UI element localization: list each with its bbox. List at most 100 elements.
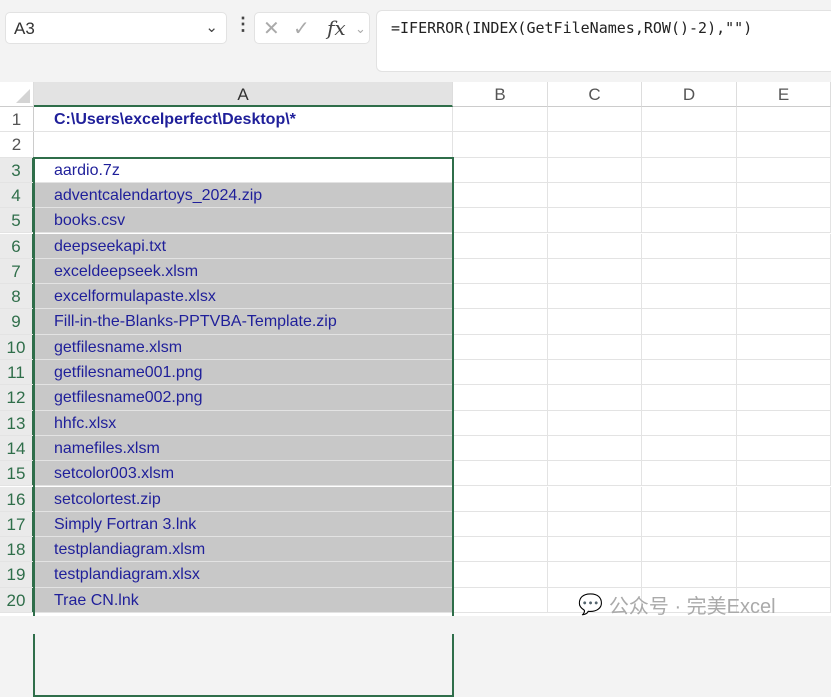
name-box[interactable]: A3 ⌄	[5, 12, 227, 44]
cell-e6[interactable]	[737, 233, 831, 258]
cell-b17[interactable]	[453, 511, 548, 537]
cell-e3[interactable]	[737, 157, 831, 182]
cell-e1[interactable]	[737, 107, 831, 132]
check-icon[interactable]: ✓	[293, 16, 310, 41]
cell-d1[interactable]	[642, 107, 737, 132]
cell-d3[interactable]	[642, 157, 737, 182]
row-header[interactable]: 13	[0, 410, 34, 435]
cell-c3[interactable]	[548, 157, 642, 182]
cell-c15[interactable]	[548, 461, 642, 486]
cell-a17[interactable]: Simply Fortran 3.lnk	[34, 511, 453, 537]
cell-d15[interactable]	[642, 461, 737, 486]
cell-e15[interactable]	[737, 461, 831, 486]
cell-c8[interactable]	[548, 284, 642, 309]
cell-c18[interactable]	[548, 537, 642, 562]
cell-e17[interactable]	[737, 511, 831, 537]
cell-e13[interactable]	[737, 410, 831, 435]
cell-b9[interactable]	[453, 309, 548, 334]
cell-b18[interactable]	[453, 537, 548, 562]
cell-b11[interactable]	[453, 360, 548, 385]
cell-b1[interactable]	[453, 107, 548, 132]
cell-d5[interactable]	[642, 208, 737, 233]
cell-d19[interactable]	[642, 562, 737, 587]
select-all-button[interactable]	[0, 82, 34, 107]
cell-d11[interactable]	[642, 360, 737, 385]
cell-b12[interactable]	[453, 385, 548, 410]
cell-c10[interactable]	[548, 334, 642, 359]
cell-c6[interactable]	[548, 233, 642, 258]
cell-a20[interactable]: Trae CN.lnk	[34, 587, 453, 612]
cell-b14[interactable]	[453, 435, 548, 461]
row-header[interactable]: 1	[0, 107, 34, 132]
cell-d13[interactable]	[642, 410, 737, 435]
cell-a10[interactable]: getfilesname.xlsm	[34, 334, 453, 359]
column-header-a[interactable]: A	[34, 82, 453, 107]
cell-c17[interactable]	[548, 511, 642, 537]
cell-d4[interactable]	[642, 182, 737, 208]
column-header-d[interactable]: D	[642, 82, 737, 107]
row-header[interactable]: 11	[0, 360, 34, 385]
fx-icon[interactable]: fx	[327, 16, 346, 40]
chevron-down-icon[interactable]: ⌄	[355, 21, 366, 37]
row-header[interactable]: 7	[0, 258, 34, 284]
row-header[interactable]: 4	[0, 182, 34, 208]
cell-e5[interactable]	[737, 208, 831, 233]
row-header[interactable]: 5	[0, 208, 34, 233]
cell-b8[interactable]	[453, 284, 548, 309]
cell-e9[interactable]	[737, 309, 831, 334]
chevron-down-icon[interactable]: ⌄	[205, 18, 218, 36]
cell-e12[interactable]	[737, 385, 831, 410]
row-header[interactable]: 14	[0, 435, 34, 461]
cell-a12[interactable]: getfilesname002.png	[34, 385, 453, 410]
row-header[interactable]: 17	[0, 511, 34, 537]
x-icon[interactable]: ✕	[263, 16, 280, 41]
cell-d6[interactable]	[642, 233, 737, 258]
cell-d2[interactable]	[642, 132, 737, 157]
row-header[interactable]: 2	[0, 132, 34, 157]
cell-a18[interactable]: testplandiagram.xlsm	[34, 537, 453, 562]
column-header-c[interactable]: C	[548, 82, 642, 107]
cell-b13[interactable]	[453, 410, 548, 435]
cell-b19[interactable]	[453, 562, 548, 587]
cell-d10[interactable]	[642, 334, 737, 359]
cell-a2[interactable]	[34, 132, 453, 157]
cell-b20[interactable]	[453, 587, 548, 612]
cell-e14[interactable]	[737, 435, 831, 461]
cell-d18[interactable]	[642, 537, 737, 562]
cell-e16[interactable]	[737, 486, 831, 511]
cell-b4[interactable]	[453, 182, 548, 208]
cell-d9[interactable]	[642, 309, 737, 334]
cell-e4[interactable]	[737, 182, 831, 208]
cell-c5[interactable]	[548, 208, 642, 233]
cell-c4[interactable]	[548, 182, 642, 208]
row-header[interactable]: 6	[0, 233, 34, 258]
cell-c13[interactable]	[548, 410, 642, 435]
cell-c1[interactable]	[548, 107, 642, 132]
row-header[interactable]: 16	[0, 486, 34, 511]
cell-a1[interactable]: C:\Users\excelperfect\Desktop\*	[34, 107, 453, 132]
row-header[interactable]: 19	[0, 562, 34, 587]
cell-a3[interactable]: aardio.7z	[34, 157, 453, 182]
cell-d17[interactable]	[642, 511, 737, 537]
cell-b6[interactable]	[453, 233, 548, 258]
cell-b2[interactable]	[453, 132, 548, 157]
cell-b7[interactable]	[453, 258, 548, 284]
row-header[interactable]: 3	[0, 157, 34, 182]
cell-e11[interactable]	[737, 360, 831, 385]
row-header[interactable]: 12	[0, 385, 34, 410]
cell-e2[interactable]	[737, 132, 831, 157]
cell-a15[interactable]: setcolor003.xlsm	[34, 461, 453, 486]
cell-c16[interactable]	[548, 486, 642, 511]
cell-a16[interactable]: setcolortest.zip	[34, 486, 453, 511]
cell-b10[interactable]	[453, 334, 548, 359]
row-header[interactable]: 20	[0, 587, 34, 612]
cell-b15[interactable]	[453, 461, 548, 486]
cell-d12[interactable]	[642, 385, 737, 410]
cell-c2[interactable]	[548, 132, 642, 157]
cell-c11[interactable]	[548, 360, 642, 385]
cell-a11[interactable]: getfilesname001.png	[34, 360, 453, 385]
cell-d7[interactable]	[642, 258, 737, 284]
cell-c14[interactable]	[548, 435, 642, 461]
column-header-b[interactable]: B	[453, 82, 548, 107]
cell-b5[interactable]	[453, 208, 548, 233]
